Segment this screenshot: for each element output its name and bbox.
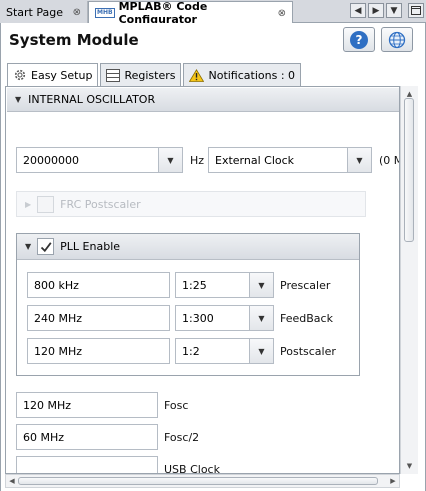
vertical-scrollbar[interactable]: ▲ ▼	[400, 86, 418, 474]
page-title: System Module	[9, 31, 139, 49]
collapse-triangle-icon[interactable]: ▼	[15, 95, 21, 104]
fosc-half-label: Fosc/2	[164, 431, 200, 444]
easy-setup-content: ▼ INTERNAL OSCILLATOR 20000000 ▼ Hz Exte…	[5, 86, 400, 474]
window-icon	[411, 6, 421, 15]
tab-easy-setup-label: Easy Setup	[31, 68, 93, 82]
tab-registers[interactable]: Registers	[100, 63, 182, 87]
frc-postscaler-checkbox	[37, 195, 55, 213]
feedback-ratio-value: 1:300	[182, 311, 214, 325]
help-button[interactable]: ?	[343, 27, 375, 52]
prescaler-ratio-select[interactable]: 1:25 ▼	[175, 272, 274, 298]
usb-clock-field[interactable]	[16, 456, 158, 473]
scroll-left-icon[interactable]: ◀	[6, 475, 18, 487]
horizontal-scrollbar[interactable]: ◀ ▶	[5, 474, 400, 488]
vertical-scroll-thumb[interactable]	[404, 98, 414, 242]
oscillator-frequency-value: 20000000	[23, 153, 79, 167]
horizontal-scroll-thumb[interactable]	[18, 477, 378, 485]
editor-tab-strip: Start Page ⊗ MHB MPLAB® Code Configurato…	[0, 0, 426, 26]
clock-frequency-note: (0 M	[379, 154, 399, 167]
frequency-unit-label: Hz	[190, 154, 205, 167]
fosc-half-field[interactable]: 60 MHz	[16, 424, 158, 450]
fosc-field[interactable]: 120 MHz	[16, 392, 158, 418]
feedback-output-value: 240 MHz	[34, 311, 83, 325]
close-icon[interactable]: ⊗	[73, 7, 81, 18]
system-module-panel: System Module ? Easy Setup Registers Not…	[0, 23, 426, 491]
tab-list-dropdown-icon[interactable]: ▼	[386, 3, 402, 18]
tab-start-page-label: Start Page	[6, 5, 63, 19]
scroll-right-icon[interactable]: ▶	[368, 3, 384, 18]
mplab-logo-icon: MHB	[95, 8, 115, 18]
globe-icon	[388, 31, 406, 48]
prescaler-ratio-value: 1:25	[182, 278, 207, 292]
view-tabs: Easy Setup Registers Notifications : 0	[7, 63, 303, 87]
pll-enable-header[interactable]: ▼ PLL Enable	[17, 234, 359, 260]
chevron-down-icon[interactable]: ▼	[249, 306, 273, 330]
scroll-left-icon[interactable]: ◀	[350, 3, 366, 18]
chevron-down-icon[interactable]: ▼	[249, 339, 273, 363]
postscaler-ratio-select[interactable]: 1:2 ▼	[175, 338, 274, 364]
tab-code-configurator[interactable]: MHB MPLAB® Code Configurator ⊗	[88, 0, 293, 26]
pll-enable-label: PLL Enable	[60, 240, 121, 253]
restore-window-icon[interactable]	[408, 3, 424, 18]
scroll-right-icon[interactable]: ▶	[387, 475, 399, 487]
usb-clock-label: USB Clock	[164, 463, 220, 474]
expand-triangle-icon: ▶	[25, 199, 32, 209]
tab-start-page[interactable]: Start Page ⊗	[0, 1, 88, 23]
feedback-label: FeedBack	[280, 312, 333, 325]
internal-oscillator-label: INTERNAL OSCILLATOR	[28, 93, 156, 106]
postscaler-ratio-value: 1:2	[182, 344, 200, 358]
postscaler-output-field[interactable]: 120 MHz	[27, 338, 170, 364]
gear-icon	[14, 69, 26, 81]
tab-notifications-label: Notifications : 0	[208, 68, 296, 82]
collapse-triangle-icon[interactable]: ▼	[25, 242, 31, 251]
frc-postscaler-label: FRC Postscaler	[60, 197, 141, 211]
prescaler-output-field[interactable]: 800 kHz	[27, 272, 170, 298]
postscaler-output-value: 120 MHz	[34, 344, 83, 358]
frc-postscaler-row: ▶ FRC Postscaler	[16, 191, 366, 217]
tab-strip-controls: ◀ ▶ ▼	[350, 3, 424, 18]
tab-notifications[interactable]: Notifications : 0	[183, 63, 302, 87]
globe-button[interactable]	[381, 27, 413, 52]
internal-oscillator-header[interactable]: ▼ INTERNAL OSCILLATOR	[7, 88, 399, 112]
clock-source-value: External Clock	[215, 153, 295, 167]
fosc-label: Fosc	[164, 399, 189, 412]
oscillator-frequency-combo[interactable]: 20000000 ▼	[16, 147, 183, 173]
fosc-half-value: 60 MHz	[23, 430, 65, 444]
pll-enable-checkbox[interactable]	[37, 238, 55, 255]
pll-enable-group: ▼ PLL Enable 800 kHz 1:25 ▼ Prescaler 24…	[16, 233, 360, 376]
tab-registers-label: Registers	[124, 68, 176, 82]
close-icon[interactable]: ⊗	[278, 8, 286, 19]
help-icon: ?	[350, 30, 368, 49]
checkmark-icon	[40, 241, 52, 252]
clock-source-select[interactable]: External Clock ▼	[208, 147, 372, 173]
prescaler-output-value: 800 kHz	[34, 278, 79, 292]
warning-icon	[189, 68, 205, 82]
tab-easy-setup[interactable]: Easy Setup	[7, 63, 99, 87]
chevron-down-icon[interactable]: ▼	[347, 148, 371, 172]
postscaler-label: Postscaler	[280, 345, 336, 358]
list-icon	[106, 68, 121, 82]
chevron-down-icon[interactable]: ▼	[249, 273, 273, 297]
scroll-down-icon[interactable]: ▼	[401, 458, 418, 474]
prescaler-label: Prescaler	[280, 279, 331, 292]
chevron-down-icon[interactable]: ▼	[158, 148, 182, 172]
fosc-value: 120 MHz	[23, 398, 72, 412]
feedback-ratio-select[interactable]: 1:300 ▼	[175, 305, 274, 331]
feedback-output-field[interactable]: 240 MHz	[27, 305, 170, 331]
